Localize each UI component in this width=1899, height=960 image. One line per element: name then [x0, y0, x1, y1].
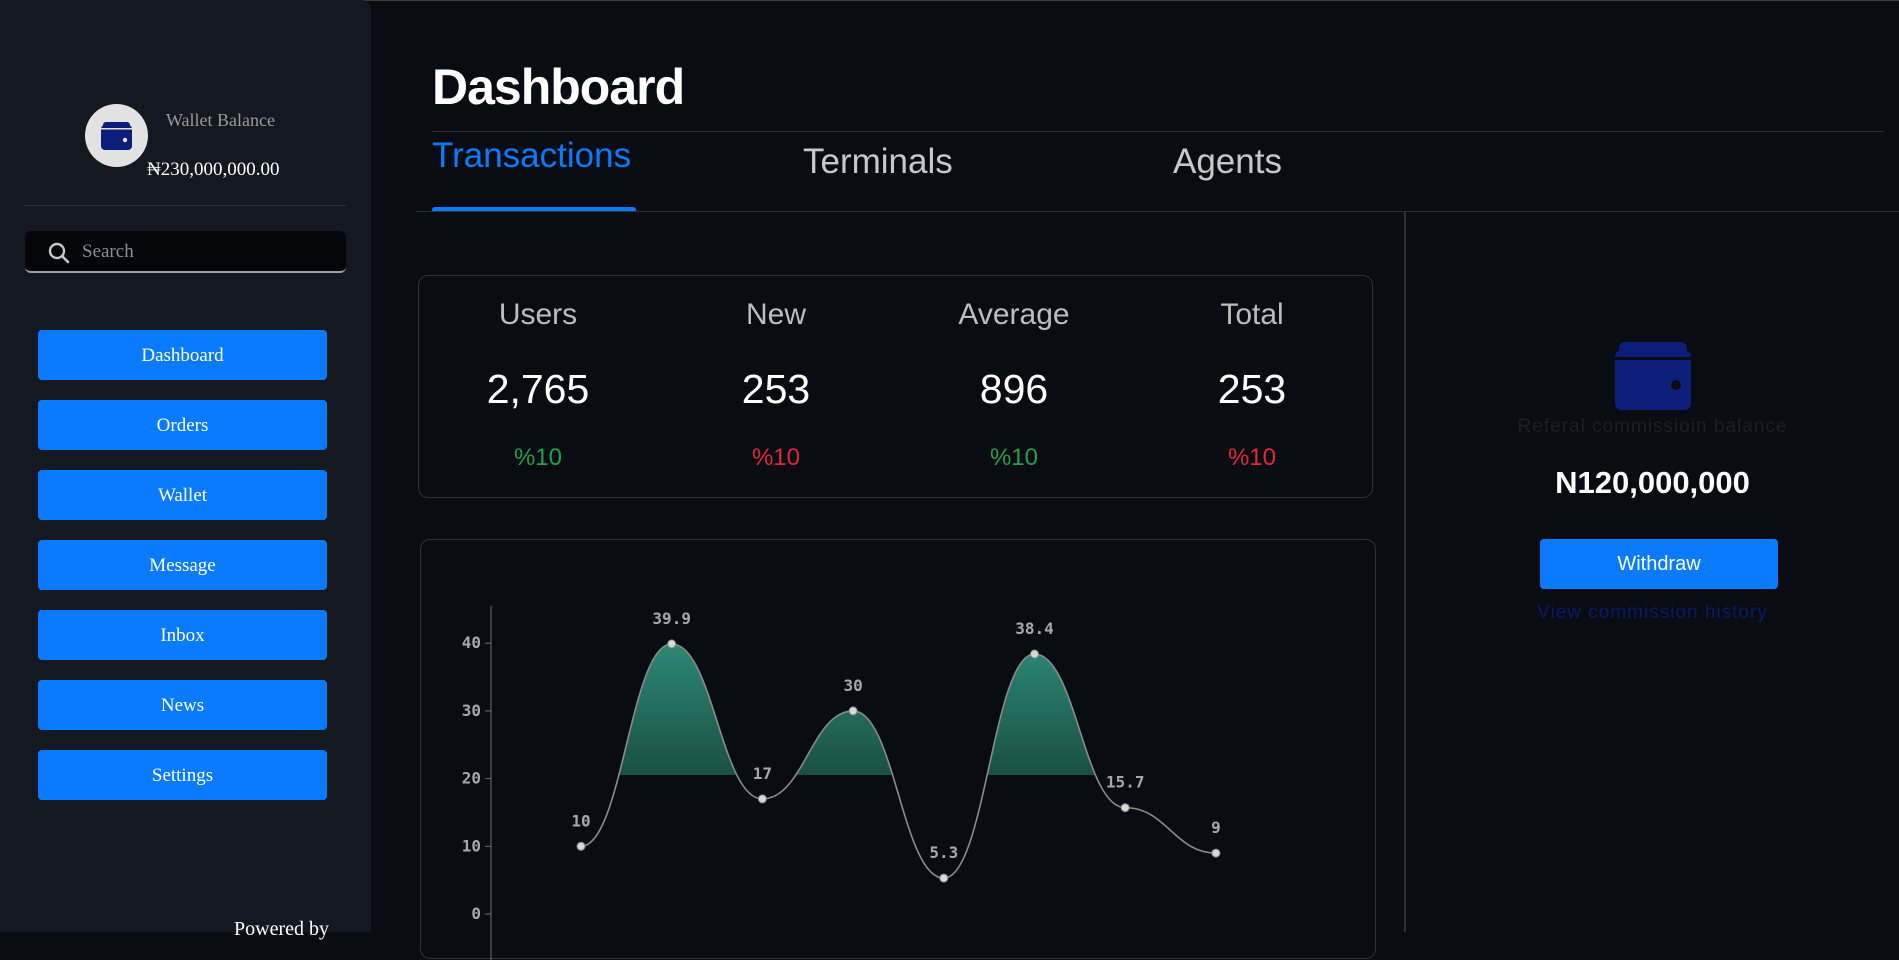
- referral-wallet-icon: [1615, 342, 1691, 410]
- sidebar-nav: Dashboard Orders Wallet Message Inbox Ne…: [38, 330, 327, 820]
- data-label: 10: [571, 811, 590, 830]
- data-label: 15.7: [1106, 773, 1145, 792]
- stat-value: 2,765: [486, 366, 590, 412]
- title-divider: [432, 131, 1884, 132]
- data-point: [667, 639, 677, 649]
- stat-change: %10: [989, 444, 1039, 471]
- sidebar-item-settings[interactable]: Settings: [38, 750, 327, 800]
- stat-value: 253: [1217, 366, 1287, 412]
- stats-card: Users 2,765 %10 New 253 %10 Average 896 …: [418, 275, 1373, 498]
- data-point: [576, 841, 586, 851]
- tab-agents[interactable]: Agents: [1173, 142, 1282, 182]
- data-point: [1030, 649, 1039, 659]
- sidebar-divider: [25, 205, 346, 206]
- stat-value: 253: [741, 366, 811, 412]
- search-box: [25, 231, 346, 273]
- sidebar: Wallet Balance ₦230,000,000.00 Dashboard…: [0, 0, 371, 940]
- data-point: [939, 873, 949, 883]
- data-label: 38.4: [1015, 619, 1054, 638]
- tab-terminals[interactable]: Terminals: [803, 142, 953, 182]
- view-commission-history-link[interactable]: View commission history: [1406, 602, 1899, 624]
- tab-transactions[interactable]: Transactions: [432, 136, 631, 176]
- stat-label: Average: [958, 298, 1070, 331]
- wallet-balance-label: Wallet Balance: [166, 110, 275, 130]
- tabs-divider: [416, 211, 1899, 212]
- data-label: 17: [753, 764, 772, 783]
- data-point: [848, 706, 858, 716]
- referral-balance-amount: N120,000,000: [1555, 465, 1750, 500]
- stat-label: Total: [1220, 298, 1284, 331]
- wallet-icon: [101, 121, 132, 150]
- page-title: Dashboard: [432, 59, 685, 115]
- data-point: [757, 794, 767, 804]
- sidebar-item-message[interactable]: Message: [38, 540, 327, 590]
- sidebar-item-inbox[interactable]: Inbox: [38, 610, 327, 660]
- stat-label: New: [745, 298, 806, 331]
- referral-balance-label: Referal commissioin balance: [1517, 416, 1788, 437]
- data-label: 39.9: [652, 609, 691, 628]
- wallet-avatar: [85, 104, 148, 167]
- stat-change: %10: [751, 444, 801, 471]
- data-label: 30: [843, 676, 862, 695]
- stat-change: %10: [1227, 444, 1277, 471]
- chart-card: 0 10 20 30 40 10 39.9 17 30 5.3 38.4 15.7 9: [420, 539, 1376, 960]
- sidebar-item-orders[interactable]: Orders: [38, 400, 327, 450]
- y-tick-label: 40: [462, 633, 481, 652]
- sidebar-footer-text: Powered by: [234, 918, 329, 940]
- y-tick-label: 30: [462, 701, 481, 720]
- data-point: [1120, 803, 1130, 813]
- search-input[interactable]: [80, 237, 334, 267]
- y-tick-label: 20: [462, 769, 481, 788]
- sidebar-item-wallet[interactable]: Wallet: [38, 470, 327, 520]
- panel-divider: [1404, 212, 1406, 932]
- search-icon: [48, 242, 70, 264]
- sidebar-item-dashboard[interactable]: Dashboard: [38, 330, 327, 380]
- stat-label: Users: [498, 298, 578, 331]
- y-tick-label: 0: [471, 904, 481, 923]
- wallet-balance-amount: ₦230,000,000.00: [147, 159, 280, 180]
- y-tick-label: 10: [462, 836, 481, 855]
- data-point: [1211, 848, 1221, 858]
- data-label: 9: [1211, 818, 1221, 837]
- sidebar-item-news[interactable]: News: [38, 680, 327, 730]
- transactions-chart: 0 10 20 30 40 10 39.9 17 30 5.3 38.4 15.7 9: [462, 606, 1221, 960]
- data-label: 5.3: [929, 843, 958, 862]
- stat-value: 896: [979, 366, 1049, 412]
- stat-change: %10: [513, 444, 563, 471]
- withdraw-button[interactable]: Withdraw: [1540, 539, 1778, 589]
